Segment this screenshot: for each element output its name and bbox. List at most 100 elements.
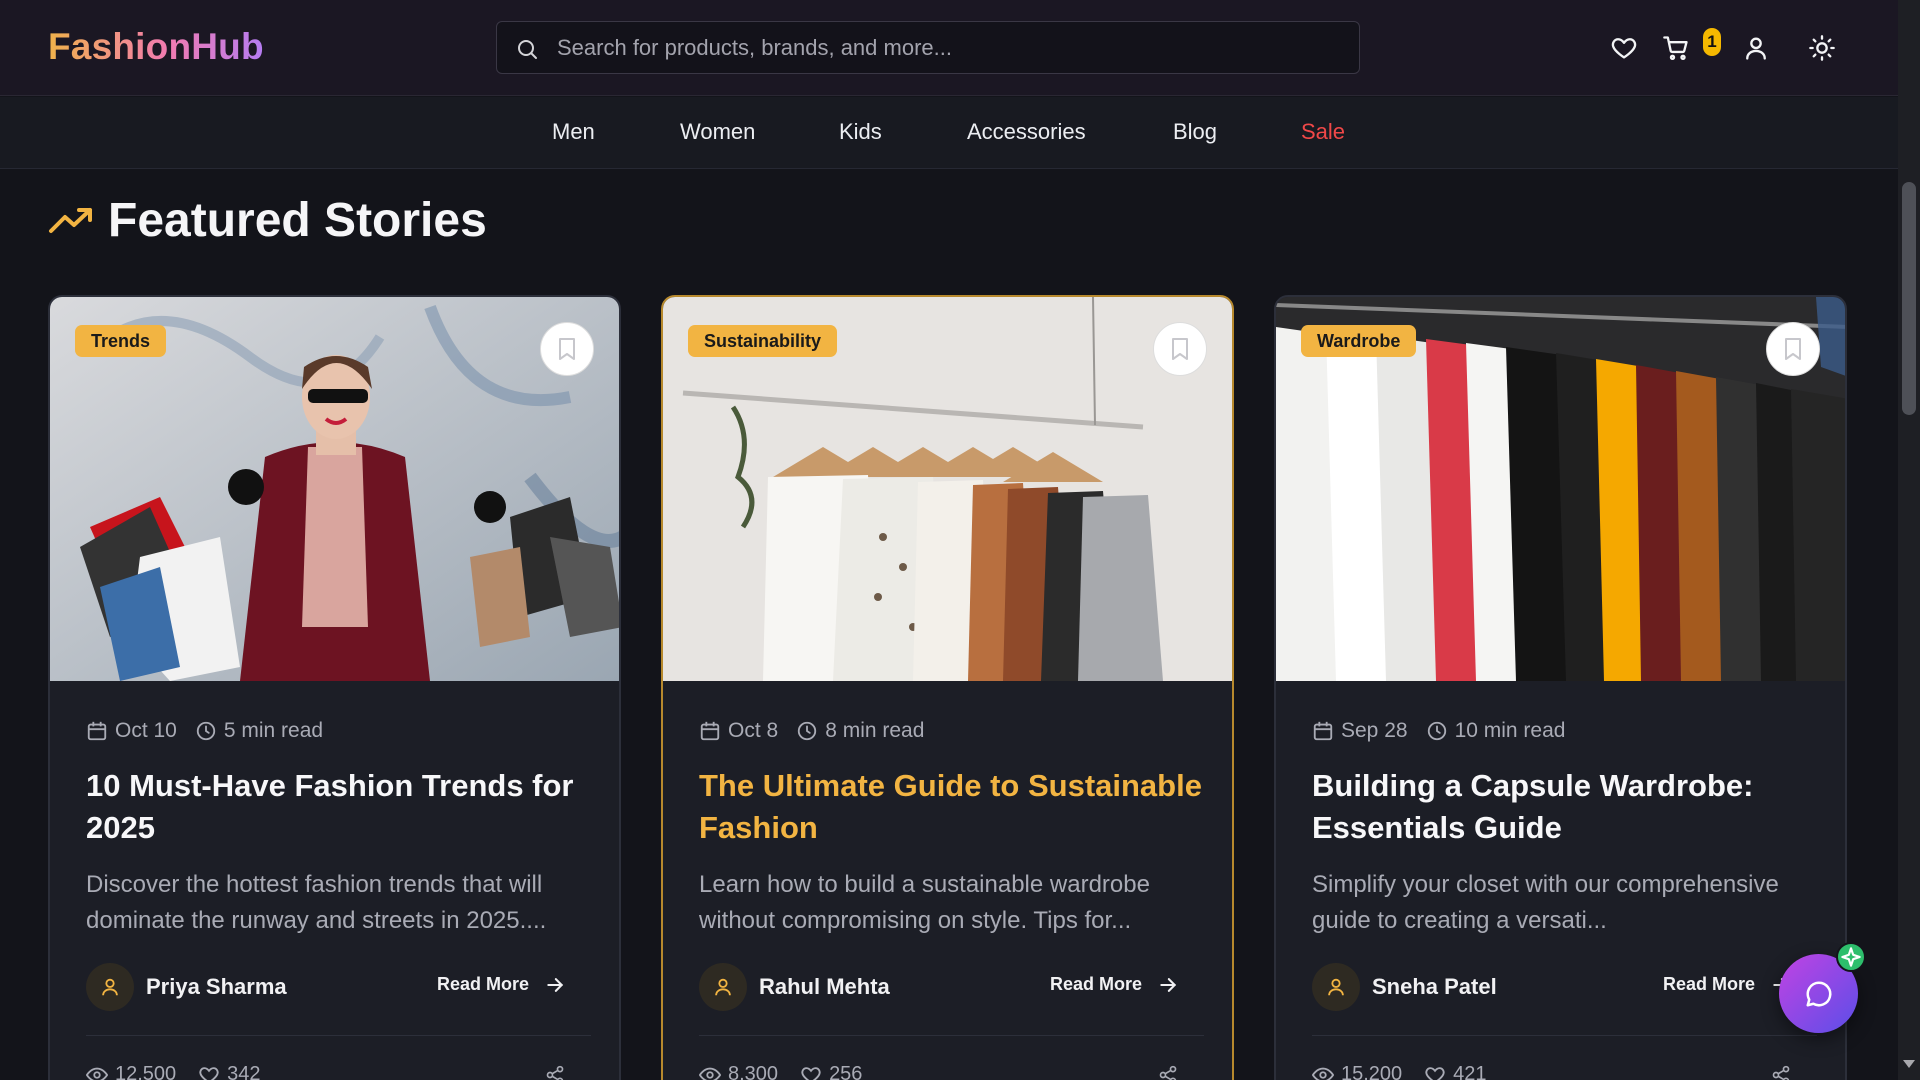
story-title[interactable]: The Ultimate Guide to Sustainable Fashio…	[699, 765, 1204, 849]
story-stats: 8,300 256	[699, 1063, 862, 1080]
category-nav: Men Women Kids Accessories Blog Sale	[0, 97, 1898, 169]
author-name: Priya Sharma	[146, 974, 287, 999]
divider	[699, 1035, 1204, 1036]
avatar	[86, 963, 134, 1011]
story-image-clothes-rack[interactable]: Sustainability	[663, 297, 1232, 681]
sparkle-badge	[1836, 942, 1866, 972]
nav-item-women[interactable]: Women	[680, 119, 755, 145]
story-date: Sep 28	[1341, 719, 1408, 742]
story-excerpt: Learn how to build a sustainable wardrob…	[699, 871, 1150, 934]
scrollbar-track[interactable]	[1898, 0, 1920, 1080]
story-date: Oct 10	[115, 719, 177, 742]
eye-icon	[699, 1067, 721, 1080]
category-tag: Trends	[75, 325, 167, 357]
view-count: 15,200	[1341, 1063, 1403, 1080]
read-more-label: Read More	[1049, 974, 1142, 994]
cart-count-badge: 1	[1703, 28, 1721, 56]
search-icon	[518, 40, 537, 59]
user-icon	[715, 978, 731, 996]
trending-up-icon	[49, 208, 92, 233]
nav-item-accessories[interactable]: Accessories	[967, 119, 1086, 145]
search-bar[interactable]	[496, 21, 1360, 74]
user-icon	[1328, 978, 1344, 996]
sun-icon[interactable]	[1808, 34, 1836, 62]
chat-bubble-icon	[1806, 981, 1832, 1007]
top-header: FashionHub 1	[0, 0, 1898, 96]
story-title[interactable]: Building a Capsule Wardrobe: Essentials …	[1312, 765, 1817, 849]
story-stats: 12,500 342	[86, 1063, 261, 1080]
avatar	[1312, 963, 1360, 1011]
like-count: 256	[829, 1063, 863, 1080]
share-icon[interactable]	[545, 1065, 565, 1080]
story-excerpt: Discover the hottest fashion trends that…	[86, 871, 547, 934]
story-card[interactable]: Trends Oct 10 5 min read 10 Must-Have Fa…	[48, 295, 621, 1080]
read-time: 5 min read	[223, 719, 324, 742]
nav-item-sale[interactable]: Sale	[1301, 119, 1345, 145]
read-time: 8 min read	[825, 719, 925, 742]
nav-item-blog[interactable]: Blog	[1173, 119, 1217, 145]
story-stats: 15,200 421	[1312, 1063, 1487, 1080]
calendar-icon	[87, 721, 107, 741]
author-name: Sneha Patel	[1372, 974, 1497, 999]
heart-icon	[199, 1066, 219, 1080]
bookmark-icon	[1172, 338, 1188, 360]
arrow-right-icon	[547, 977, 564, 992]
bookmark-icon	[1785, 338, 1801, 360]
story-card[interactable]: Wardrobe Sep 28 10 min read Building a C…	[1274, 295, 1847, 1080]
cart-icon[interactable]	[1662, 34, 1690, 62]
story-meta: Oct 10 5 min read	[86, 719, 341, 743]
nav-item-kids[interactable]: Kids	[839, 119, 882, 145]
user-icon[interactable]	[1742, 34, 1770, 62]
calendar-icon	[700, 721, 720, 741]
avatar	[699, 963, 747, 1011]
view-count: 8,300	[728, 1063, 779, 1080]
scrollbar-thumb[interactable]	[1902, 182, 1916, 415]
sparkle-icon	[1841, 947, 1861, 967]
arrow-right-icon	[1160, 977, 1177, 992]
bookmark-button[interactable]	[1153, 322, 1207, 376]
author-info: Sneha Patel	[1312, 963, 1497, 1011]
share-icon[interactable]	[1771, 1065, 1791, 1080]
read-more-link[interactable]: Read More	[437, 974, 565, 995]
story-meta: Sep 28 10 min read	[1312, 719, 1583, 743]
story-title[interactable]: 10 Must-Have Fashion Trends for 2025	[86, 765, 591, 849]
eye-icon	[86, 1067, 108, 1080]
calendar-icon	[1313, 721, 1333, 741]
read-more-label: Read More	[436, 974, 529, 994]
view-count: 12,500	[115, 1063, 177, 1080]
story-image-wardrobe[interactable]: Wardrobe	[1276, 297, 1845, 681]
read-more-label: Read More	[1662, 974, 1755, 994]
scroll-down-arrow[interactable]	[1903, 1060, 1915, 1068]
divider	[1312, 1035, 1817, 1036]
heart-icon	[801, 1066, 821, 1080]
heart-icon[interactable]	[1610, 34, 1638, 62]
read-time: 10 min read	[1454, 719, 1566, 742]
section-header: Featured Stories	[48, 190, 487, 250]
clock-icon	[798, 721, 817, 741]
section-title: Featured Stories	[108, 193, 487, 247]
bookmark-button[interactable]	[540, 322, 594, 376]
logo[interactable]: FashionHub	[48, 26, 264, 68]
clock-icon	[1427, 721, 1446, 741]
story-excerpt: Simplify your closet with our comprehens…	[1312, 871, 1779, 934]
nav-item-men[interactable]: Men	[552, 119, 595, 145]
user-icon	[102, 978, 118, 996]
author-info: Rahul Mehta	[699, 963, 890, 1011]
story-meta: Oct 8 8 min read	[699, 719, 942, 743]
category-tag: Wardrobe	[1301, 325, 1417, 357]
like-count: 421	[1453, 1063, 1487, 1080]
author-name: Rahul Mehta	[759, 974, 890, 999]
story-image-shopping[interactable]: Trends	[50, 297, 619, 681]
eye-icon	[1312, 1067, 1334, 1080]
search-input[interactable]	[557, 22, 1337, 73]
share-icon[interactable]	[1158, 1065, 1178, 1080]
story-card[interactable]: Sustainability Oct 8 8 min read The Ulti…	[661, 295, 1234, 1080]
heart-icon	[1425, 1066, 1445, 1080]
bookmark-icon	[559, 338, 575, 360]
category-tag: Sustainability	[688, 325, 838, 357]
read-more-link[interactable]: Read More	[1050, 974, 1178, 995]
divider	[86, 1035, 591, 1036]
bookmark-button[interactable]	[1766, 322, 1820, 376]
story-date: Oct 8	[728, 719, 779, 742]
read-more-link[interactable]: Read More	[1663, 974, 1791, 995]
